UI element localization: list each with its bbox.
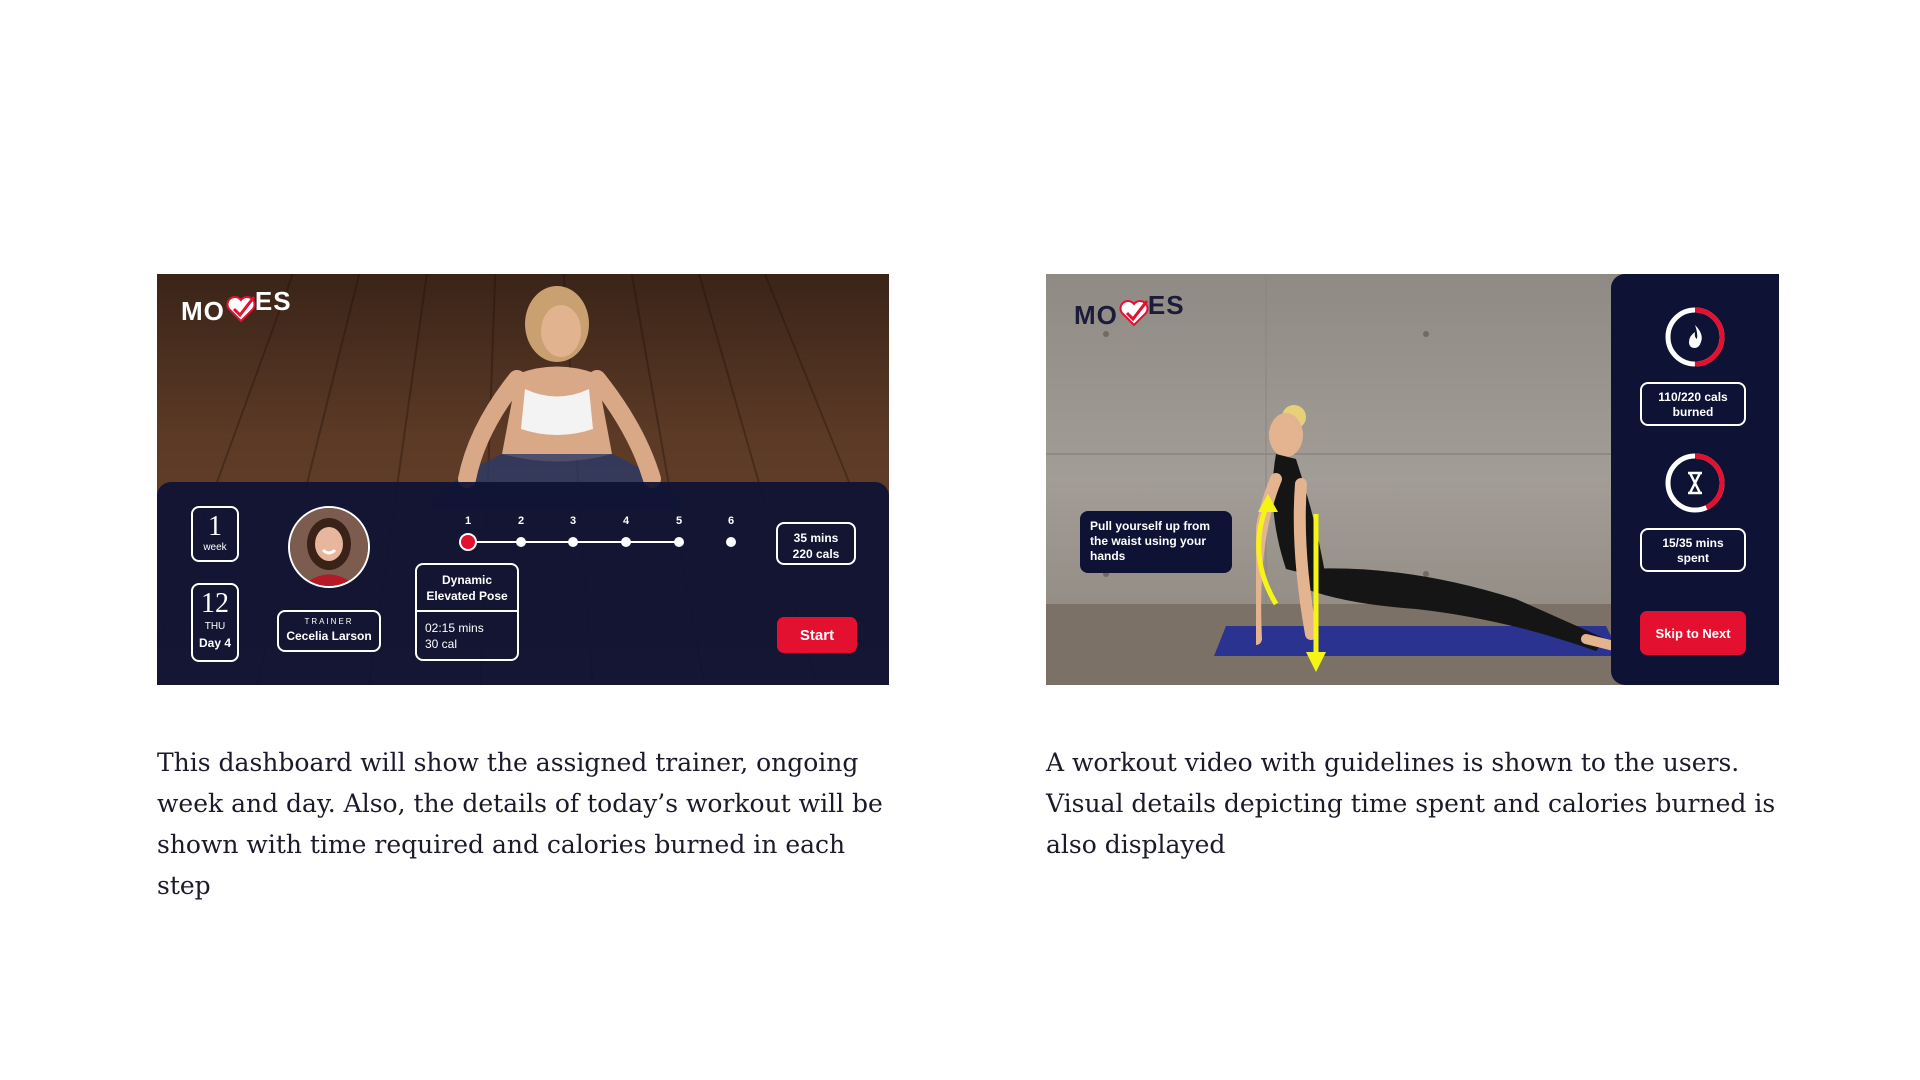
- guide-arrows: [1256, 494, 1326, 672]
- heart-check-icon: [1119, 300, 1149, 329]
- step-dot[interactable]: [726, 537, 736, 547]
- dashboard-screen: MO ES 1 week 12 THU Day 4 TRAINER Ceceli…: [157, 274, 889, 685]
- trainer-video-figure: [427, 286, 687, 509]
- step-number: 5: [675, 515, 683, 527]
- arrow-down-icon: [1306, 652, 1326, 672]
- trainer-name: Cecelia Larson: [286, 629, 372, 643]
- step-dot-active[interactable]: [461, 535, 475, 549]
- stats-sidebar: 110/220 cals burned 15/35 mins spent Ski…: [1611, 274, 1779, 685]
- calories-ring: [1665, 307, 1725, 367]
- pose-name-line: Dynamic: [441, 573, 493, 587]
- arrow-up-icon: [1258, 494, 1278, 512]
- time-box: 15/35 mins spent: [1640, 528, 1746, 572]
- trainer-caption: TRAINER: [304, 617, 354, 626]
- logo-text: MO: [181, 296, 225, 326]
- day-weekday: THU: [204, 621, 226, 632]
- step-dot[interactable]: [516, 537, 526, 547]
- moves-logo: MO ES: [1074, 290, 1185, 331]
- dashboard-caption: This dashboard will show the assigned tr…: [157, 748, 883, 900]
- day-box: 12 THU Day 4: [191, 583, 239, 662]
- step-number: 4: [622, 515, 630, 527]
- step-number: 2: [517, 515, 525, 527]
- time-label: spent: [1676, 551, 1709, 565]
- trainer-avatar[interactable]: [288, 506, 370, 588]
- week-label: week: [203, 542, 227, 553]
- time-value: 15/35 mins: [1662, 536, 1724, 550]
- skip-to-next-button[interactable]: Skip to Next: [1640, 611, 1746, 655]
- dashboard-bar: 1 week 12 THU Day 4 TRAINER Cecelia Lars…: [157, 482, 889, 685]
- logo-text: ES: [1147, 290, 1185, 320]
- pose-calories: 30 cal: [425, 637, 458, 651]
- trainer-box: TRAINER Cecelia Larson: [277, 610, 381, 652]
- step-number: 6: [727, 515, 735, 527]
- guideline-tooltip: Pull yourself up from the waist using yo…: [1080, 511, 1232, 573]
- week-box: 1 week: [191, 506, 239, 562]
- step-dot[interactable]: [621, 537, 631, 547]
- step-dot[interactable]: [568, 537, 578, 547]
- calories-label: burned: [1672, 405, 1714, 419]
- step-number: 3: [569, 515, 577, 527]
- workout-video-screen: MO ES Pull yourself up from the waist usi…: [1046, 274, 1779, 685]
- trainer-portrait: [290, 508, 368, 586]
- total-time: 35 mins: [793, 531, 839, 545]
- moves-logo: MO ES: [181, 286, 292, 327]
- pose-duration: 02:15 mins: [425, 621, 484, 635]
- logo-text: ES: [254, 286, 292, 316]
- day-label: Day 4: [198, 636, 232, 650]
- logo-text: MO: [1074, 300, 1118, 330]
- calories-box: 110/220 cals burned: [1640, 382, 1746, 426]
- week-number: 1: [208, 511, 222, 542]
- step-dot[interactable]: [674, 537, 684, 547]
- workout-total-box: 35 mins 220 cals: [776, 522, 856, 565]
- pose-name-line: Elevated Pose: [426, 589, 508, 603]
- heart-check-icon: [226, 296, 256, 325]
- workout-caption: A workout video with guidelines is shown…: [1046, 748, 1776, 859]
- step-number: 1: [464, 515, 472, 527]
- total-calories: 220 cals: [792, 547, 840, 561]
- day-date: 12: [201, 588, 229, 619]
- calories-value: 110/220 cals: [1658, 390, 1728, 404]
- time-ring: [1665, 453, 1725, 513]
- start-button[interactable]: Start: [777, 617, 857, 653]
- current-pose-card[interactable]: Dynamic Elevated Pose 02:15 mins 30 cal: [415, 563, 519, 661]
